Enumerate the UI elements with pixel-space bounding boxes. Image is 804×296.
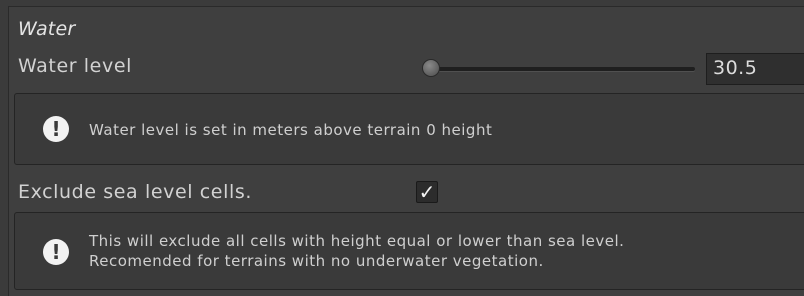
exclamation-icon: ! (43, 116, 69, 142)
water-level-slider-track[interactable] (425, 67, 695, 71)
water-level-label: Water level (18, 55, 132, 77)
exclude-sea-level-label: Exclude sea level cells. (18, 181, 252, 203)
exclude-helpbox: ! This will exclude all cells with heigh… (14, 212, 804, 290)
exclude-help-line-2: Recomended for terrains with no underwat… (89, 252, 544, 270)
water-level-helpbox: ! Water level is set in meters above ter… (14, 93, 804, 165)
water-level-help-text: Water level is set in meters above terra… (89, 121, 493, 139)
section-title: Water (18, 18, 76, 40)
water-level-input[interactable]: 30.5 (706, 53, 804, 85)
checkmark-icon: ✓ (418, 180, 436, 204)
exclude-help-line-1: This will exclude all cells with height … (89, 232, 625, 250)
water-level-slider-thumb[interactable] (422, 59, 440, 77)
exclamation-icon: ! (43, 239, 69, 265)
exclude-sea-level-checkbox[interactable]: ✓ (416, 181, 438, 203)
